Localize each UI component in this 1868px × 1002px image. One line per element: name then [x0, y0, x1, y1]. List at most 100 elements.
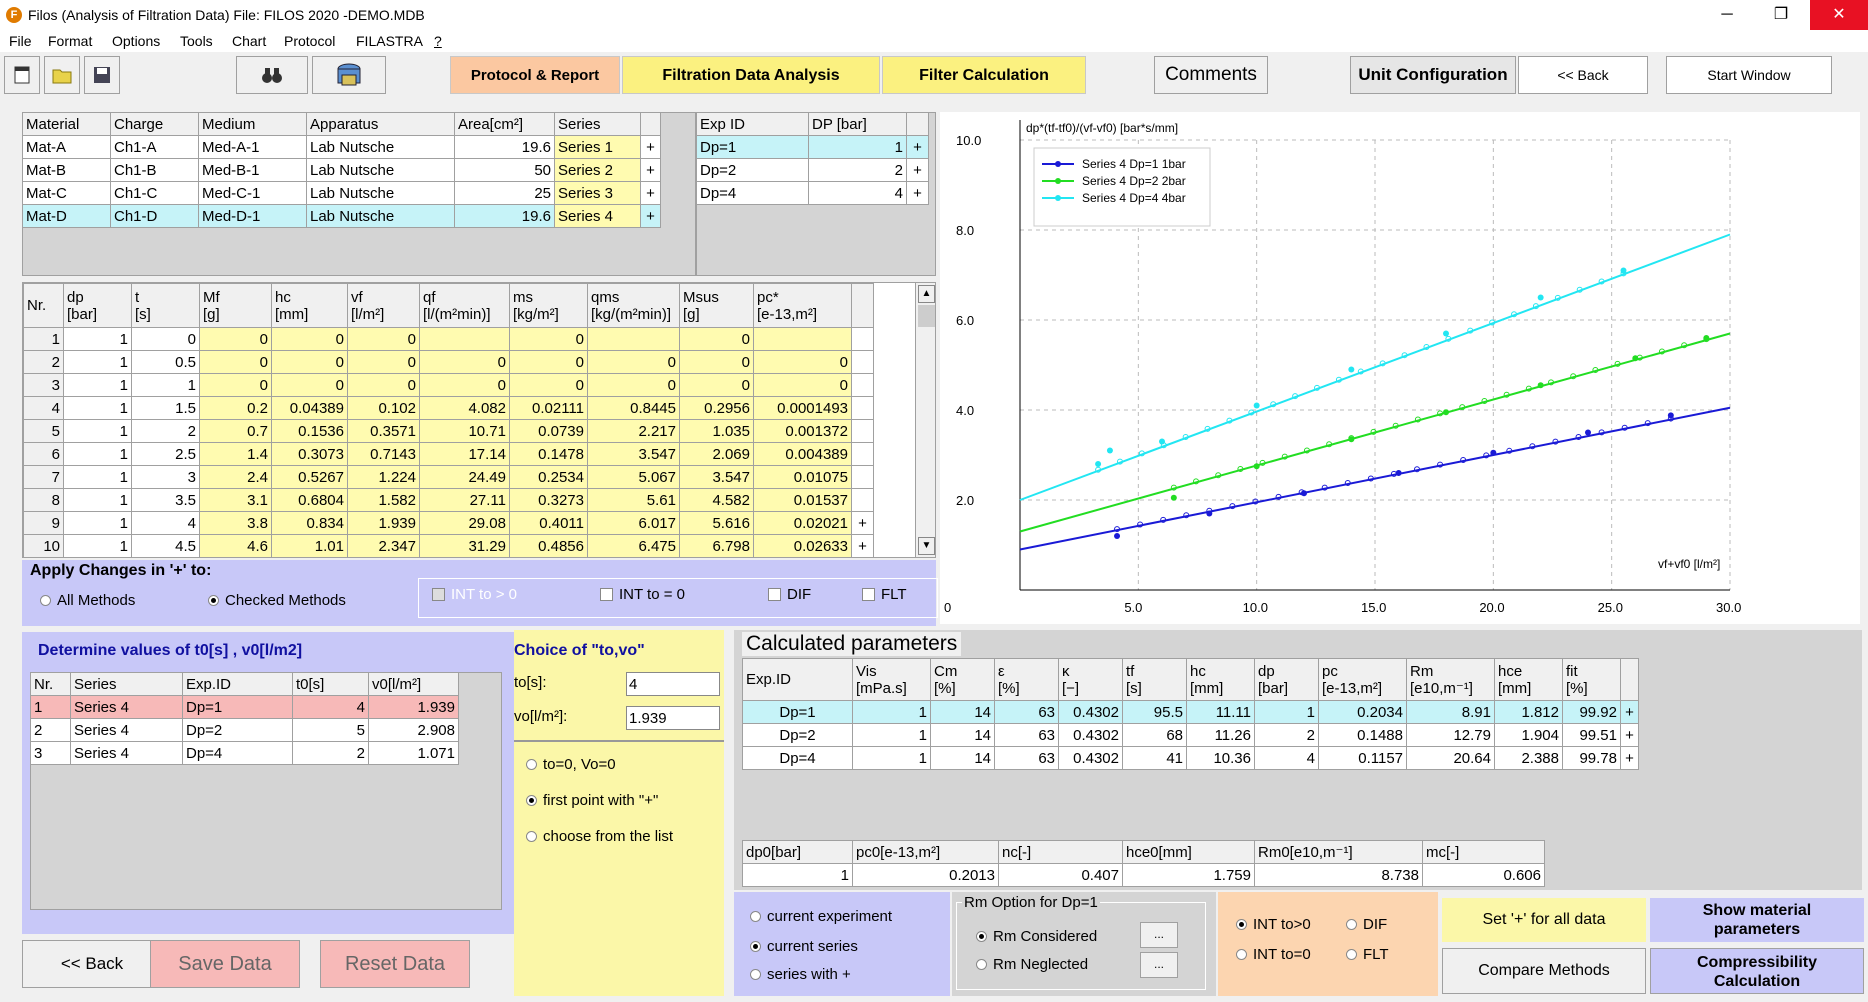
calc-cell[interactable]: 14: [930, 723, 995, 747]
calc-cell[interactable]: 99.78: [1562, 746, 1621, 770]
show-material-parameters-button[interactable]: Show material parameters: [1650, 898, 1864, 942]
calc-cell[interactable]: Dp=2: [742, 723, 853, 747]
data-cell[interactable]: 4.5: [131, 534, 200, 557]
data-cell[interactable]: [419, 327, 510, 351]
data-cell[interactable]: 0.2956: [679, 396, 754, 420]
data-cell[interactable]: 0: [271, 327, 348, 351]
int-eq-checkbox[interactable]: INT to = 0: [600, 586, 685, 603]
data-cell[interactable]: 2.4: [199, 465, 272, 489]
scroll-down-icon[interactable]: ▼: [918, 537, 935, 555]
menu-help[interactable]: ?: [434, 33, 442, 49]
data-cell[interactable]: 0.3571: [347, 419, 420, 443]
data-cell[interactable]: 0: [199, 373, 272, 397]
data-cell[interactable]: 0: [679, 373, 754, 397]
calc-cell[interactable]: 10.36: [1186, 746, 1255, 770]
set-plus-button[interactable]: Set '+' for all data: [1442, 898, 1646, 942]
scroll-up-icon[interactable]: ▲: [918, 285, 935, 303]
data-cell[interactable]: 3.547: [587, 442, 680, 466]
data-cell[interactable]: 3.1: [199, 488, 272, 512]
calc-cell[interactable]: 0.4302: [1058, 723, 1123, 747]
data-cell[interactable]: 1.224: [347, 465, 420, 489]
reset-data-button[interactable]: Reset Data: [320, 940, 470, 988]
checked-methods-radio[interactable]: Checked Methods: [208, 592, 346, 609]
menu-filastra[interactable]: FILASTRA: [356, 33, 423, 49]
table-row[interactable]: Dp=4 1 14 63 0.4302 41 10.36 4 0.1157 20.64 2.388 9…: [742, 746, 1639, 770]
series-with-plus-radio[interactable]: series with +: [750, 966, 851, 983]
data-cell[interactable]: 0: [347, 350, 420, 374]
data-cell[interactable]: 2: [131, 419, 200, 443]
data-cell[interactable]: 24.49: [419, 465, 510, 489]
data-cell[interactable]: 6.475: [587, 534, 680, 557]
data-cell[interactable]: 1.5: [131, 396, 200, 420]
data-cell[interactable]: 7: [23, 465, 64, 489]
close-button[interactable]: ✕: [1810, 0, 1868, 30]
flt-radio[interactable]: FLT: [1346, 946, 1389, 963]
data-cell[interactable]: 0.001372: [753, 419, 852, 443]
to-zero-radio[interactable]: to=0, Vo=0: [526, 756, 616, 773]
data-cell[interactable]: 2.5: [131, 442, 200, 466]
table-row[interactable]: 11000000: [23, 327, 874, 351]
calc-cell[interactable]: 12.79: [1406, 723, 1495, 747]
data-cell[interactable]: 1.4: [199, 442, 272, 466]
rm-neglected-radio[interactable]: Rm Neglected: [976, 956, 1088, 973]
back-button[interactable]: << Back: [22, 940, 162, 988]
flt-checkbox[interactable]: FLT: [862, 586, 907, 603]
table-row[interactable]: Dp=2 1 14 63 0.4302 68 11.26 2 0.1488 12.79 1.904 9…: [742, 723, 1639, 747]
data-cell[interactable]: 0.834: [271, 511, 348, 535]
data-cell[interactable]: 1: [131, 373, 200, 397]
data-cell[interactable]: 1.582: [347, 488, 420, 512]
data-cell[interactable]: 0: [347, 373, 420, 397]
calc-cell[interactable]: 14: [930, 700, 995, 724]
data-cell[interactable]: 0.7: [199, 419, 272, 443]
data-cell[interactable]: 0.4011: [509, 511, 588, 535]
data-cell[interactable]: 1: [63, 350, 132, 374]
data-cell[interactable]: 0: [509, 350, 588, 374]
protocol-report-tab[interactable]: Protocol & Report: [450, 56, 620, 94]
unit-configuration-button[interactable]: Unit Configuration: [1350, 56, 1516, 94]
data-cell[interactable]: 1: [63, 396, 132, 420]
data-cell[interactable]: 0.02633: [753, 534, 852, 557]
menu-protocol[interactable]: Protocol: [284, 33, 335, 49]
first-point-radio[interactable]: first point with "+": [526, 792, 658, 809]
table-row[interactable]: 2 1 0.5 0 0 0 0 0 0 0 0: [23, 350, 874, 374]
data-cell[interactable]: 4: [23, 396, 64, 420]
data-cell[interactable]: [851, 350, 874, 374]
data-cell[interactable]: [851, 327, 874, 351]
data-cell[interactable]: 1: [63, 511, 132, 535]
data-cell[interactable]: [851, 373, 874, 397]
table-row[interactable]: 5 1 2 0.7 0.1536 0.3571 10.71 0.0739 2.217 1.035 0…: [23, 419, 874, 443]
data-cell[interactable]: 3: [23, 373, 64, 397]
table-row[interactable]: 7 1 3 2.4 0.5267 1.224 24.49 0.2534 5.067 3.547 0.…: [23, 465, 874, 489]
data-cell[interactable]: 2.347: [347, 534, 420, 557]
data-cell[interactable]: [851, 442, 874, 466]
data-cell[interactable]: 3.8: [199, 511, 272, 535]
data-cell[interactable]: 0.01075: [753, 465, 852, 489]
data-cell[interactable]: 5.616: [679, 511, 754, 535]
minimize-button[interactable]: ─: [1700, 0, 1754, 30]
data-cell[interactable]: 0.3073: [271, 442, 348, 466]
data-cell[interactable]: 1: [63, 465, 132, 489]
table-row[interactable]: Mat-A Ch1-A Med-A-1 Lab Nutsche 19.6 Series 1…: [22, 135, 661, 159]
data-cell[interactable]: 0: [271, 350, 348, 374]
calc-cell[interactable]: 1.904: [1494, 723, 1563, 747]
data-cell[interactable]: 5.067: [587, 465, 680, 489]
data-cell[interactable]: 1: [63, 534, 132, 557]
data-cell[interactable]: 0: [419, 373, 510, 397]
data-cell[interactable]: 0: [679, 327, 754, 351]
table-row[interactable]: 10 1 4.5 4.6 1.01 2.347 31.29 0.4856 6.475 6.798 0…: [23, 534, 874, 557]
to-input[interactable]: [626, 672, 720, 696]
data-cell[interactable]: 2: [23, 350, 64, 374]
data-cell[interactable]: 1: [63, 442, 132, 466]
vo-input[interactable]: [626, 706, 720, 730]
data-cell[interactable]: 1: [63, 488, 132, 512]
table-row[interactable]: 31100000000: [23, 373, 874, 397]
scroll-thumb[interactable]: [918, 305, 935, 327]
calc-cell[interactable]: 1: [1254, 700, 1319, 724]
data-cell[interactable]: 0: [199, 327, 272, 351]
int-gt-radio[interactable]: INT to>0: [1236, 916, 1311, 933]
save-data-button[interactable]: Save Data: [150, 940, 300, 988]
data-cell[interactable]: 0.6804: [271, 488, 348, 512]
data-cell[interactable]: 0: [587, 350, 680, 374]
data-cell[interactable]: 31.29: [419, 534, 510, 557]
int-eq-radio[interactable]: INT to=0: [1236, 946, 1311, 963]
